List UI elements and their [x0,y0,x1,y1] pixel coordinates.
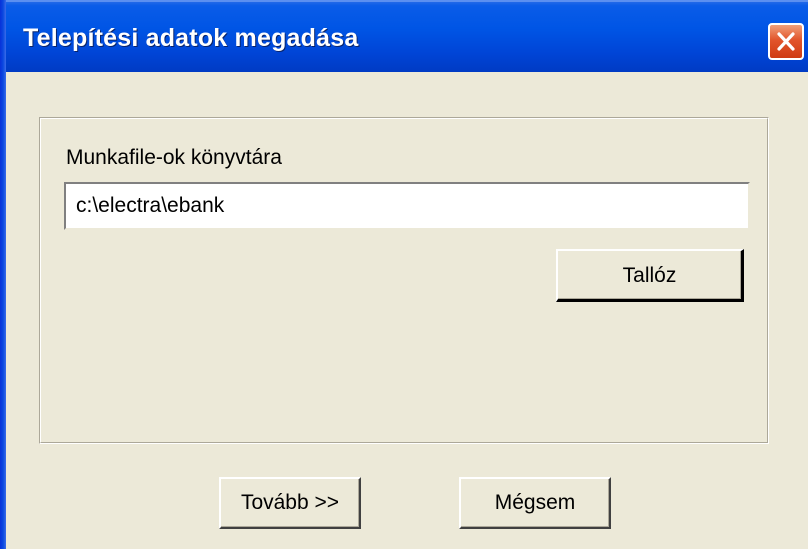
browse-button[interactable]: Tallóz [556,249,744,302]
dialog-window: Telepítési adatok megadása Munkafile-ok … [0,0,808,549]
close-button[interactable] [768,23,804,60]
window-title: Telepítési adatok megadása [23,24,359,52]
window-left-border [0,0,6,549]
title-bar[interactable]: Telepítési adatok megadása [0,0,808,72]
directory-input[interactable] [64,182,750,230]
next-button[interactable]: Tovább >> [219,477,361,529]
title-bar-highlight [0,0,808,2]
directory-label: Munkafile-ok könyvtára [66,146,282,169]
cancel-button[interactable]: Mégsem [459,477,611,529]
